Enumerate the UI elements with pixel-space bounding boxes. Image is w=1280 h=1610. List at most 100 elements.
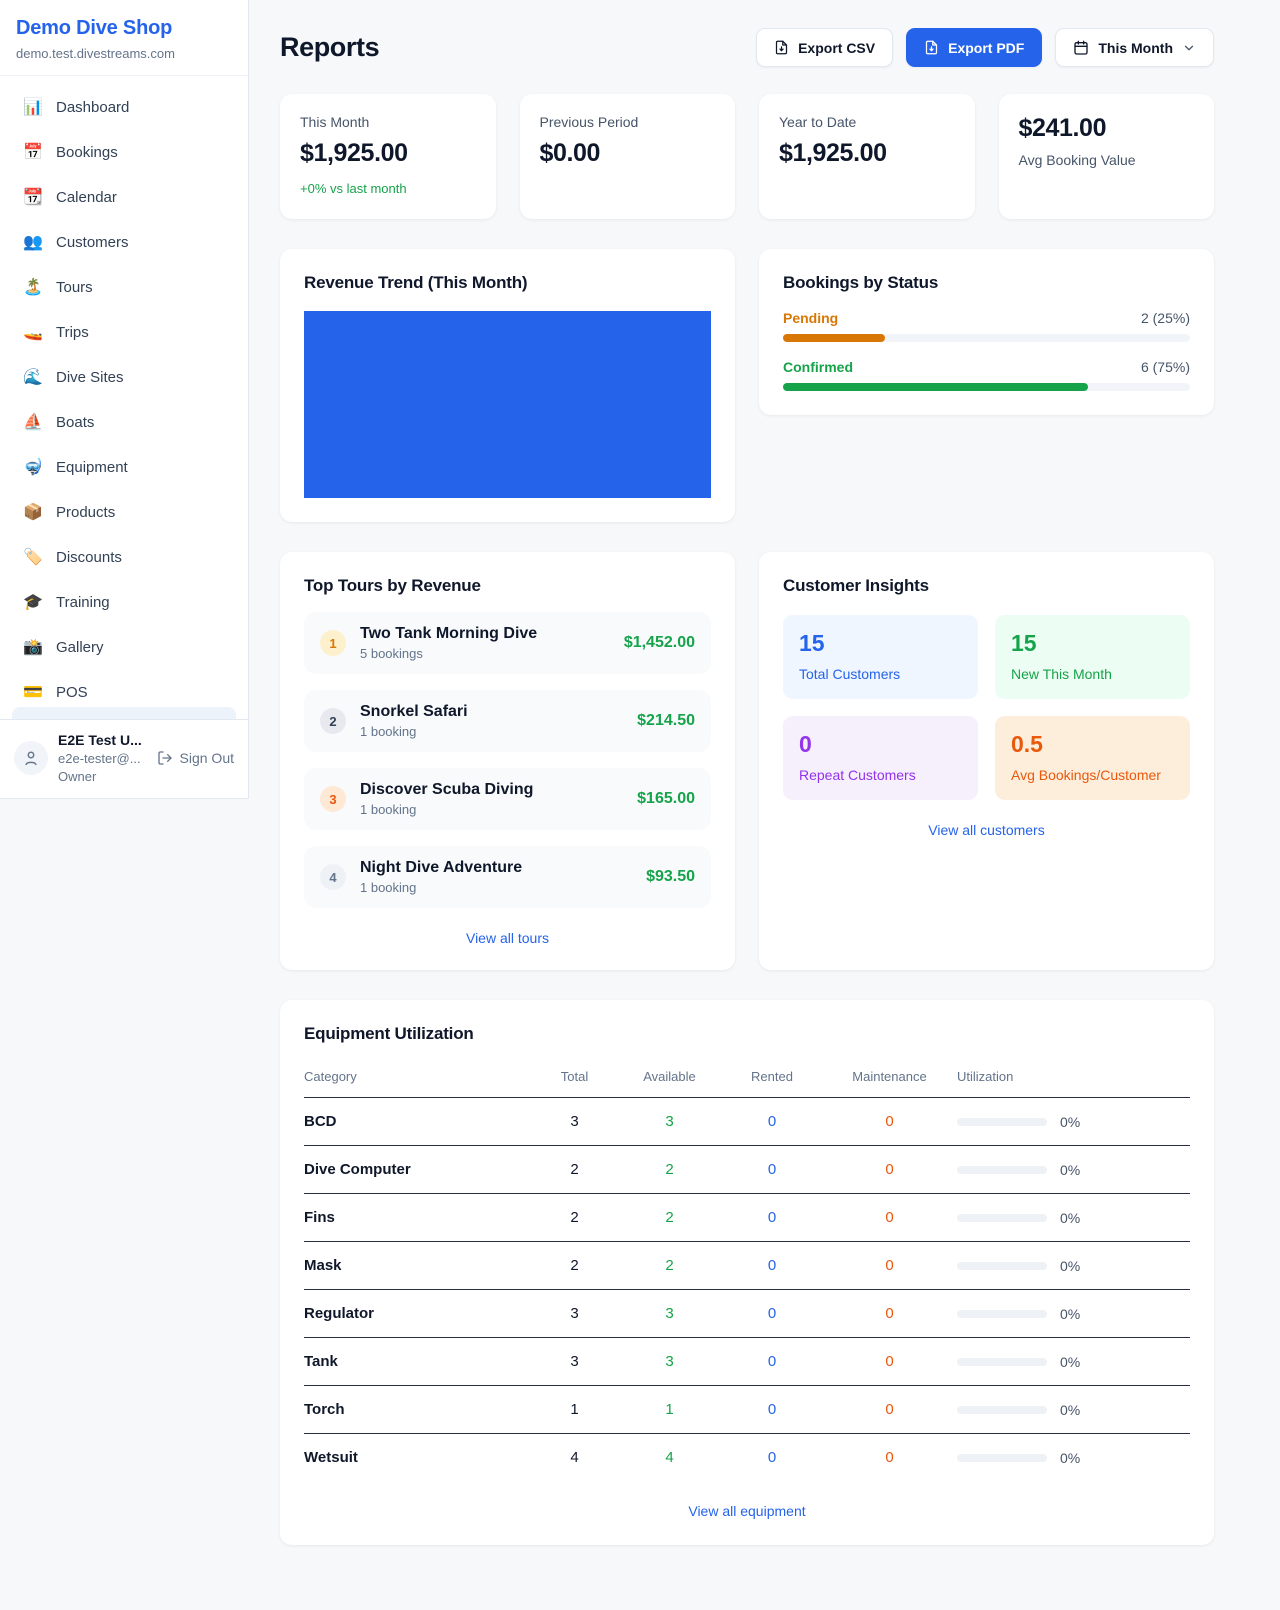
sidebar-nav-item[interactable]: 📦 Products — [10, 493, 238, 531]
sidebar-nav-label: Dive Sites — [56, 369, 124, 386]
status-progress-track — [783, 383, 1190, 391]
equipment-utilization-card: Equipment Utilization Category Total Ava… — [280, 1000, 1214, 1545]
equipment-total: 3 — [532, 1338, 617, 1386]
bar-chart-icon: 📊 — [22, 97, 44, 117]
stat-value: $0.00 — [540, 139, 716, 168]
equipment-rented: 0 — [722, 1290, 822, 1338]
file-download-icon — [774, 40, 789, 55]
sidebar-nav-item[interactable]: 👥 Customers — [10, 223, 238, 261]
col-rented: Rented — [722, 1059, 822, 1098]
rank-badge: 2 — [320, 708, 346, 734]
stat-label: Avg Booking Value — [1019, 152, 1195, 168]
sign-out-button[interactable]: Sign Out — [157, 750, 234, 766]
user-name: E2E Test U... — [58, 732, 147, 748]
sidebar-nav-item[interactable]: 🚤 Trips — [10, 313, 238, 351]
view-all-tours-link[interactable]: View all tours — [304, 930, 711, 946]
speedboat-icon: 🚤 — [22, 322, 44, 342]
period-label: This Month — [1098, 40, 1173, 56]
export-csv-button[interactable]: Export CSV — [756, 28, 893, 67]
equipment-category: Torch — [304, 1386, 532, 1434]
equipment-table-row: Torch 1 1 0 0 0% — [304, 1386, 1190, 1434]
utilization-bar — [957, 1310, 1047, 1318]
status-list: Pending 2 (25%) Confirmed 6 (75%) — [783, 310, 1190, 391]
stat-card-this-month: This Month $1,925.00 +0% vs last month — [280, 94, 496, 219]
sidebar-nav-item[interactable]: 📸 Gallery — [10, 628, 238, 666]
equipment-available: 1 — [617, 1386, 722, 1434]
equipment-category: Tank — [304, 1338, 532, 1386]
equipment-maintenance: 0 — [822, 1242, 957, 1290]
equipment-maintenance: 0 — [822, 1146, 957, 1194]
stat-label: This Month — [300, 114, 476, 130]
utilization-bar — [957, 1358, 1047, 1366]
insight-value: 0.5 — [1011, 731, 1174, 758]
user-role: Owner — [58, 769, 147, 784]
sidebar-active-item-partial[interactable] — [12, 707, 236, 719]
sidebar-nav-item[interactable]: 🏝️ Tours — [10, 268, 238, 306]
equipment-rented: 0 — [722, 1146, 822, 1194]
stat-value: $1,925.00 — [300, 139, 476, 168]
export-csv-label: Export CSV — [798, 40, 875, 56]
equipment-total: 2 — [532, 1242, 617, 1290]
tour-row: 4 Night Dive Adventure 1 booking $93.50 — [304, 846, 711, 908]
stat-value: $241.00 — [1019, 114, 1195, 143]
equipment-available: 2 — [617, 1242, 722, 1290]
customer-insights-title: Customer Insights — [783, 576, 1190, 596]
sidebar-nav-label: Calendar — [56, 189, 117, 206]
shop-domain: demo.test.divestreams.com — [16, 46, 232, 61]
people-icon: 👥 — [22, 232, 44, 252]
avatar — [14, 741, 48, 775]
utilization-percent: 0% — [1060, 1114, 1080, 1130]
equipment-rented: 0 — [722, 1386, 822, 1434]
sidebar-nav-item[interactable]: ⛵ Boats — [10, 403, 238, 441]
utilization-percent: 0% — [1060, 1354, 1080, 1370]
status-progress-track — [783, 334, 1190, 342]
equipment-total: 3 — [532, 1290, 617, 1338]
equipment-available: 3 — [617, 1338, 722, 1386]
status-label: Confirmed — [783, 359, 853, 375]
header-actions: Export CSV Export PDF This Month — [756, 28, 1214, 67]
export-pdf-label: Export PDF — [948, 40, 1024, 56]
sidebar-nav-item[interactable]: 📆 Calendar — [10, 178, 238, 216]
tour-bookings: 1 booking — [360, 802, 623, 817]
sidebar-nav: 📊 Dashboard 📅 Bookings 📆 Calendar 👥 Cust… — [0, 76, 248, 707]
insight-box: 15 New This Month — [995, 615, 1190, 699]
sidebar-nav-item[interactable]: 🌊 Dive Sites — [10, 358, 238, 396]
insight-value: 0 — [799, 731, 962, 758]
insight-label: Repeat Customers — [799, 767, 962, 783]
sidebar-nav-label: Customers — [56, 234, 129, 251]
utilization-percent: 0% — [1060, 1306, 1080, 1322]
sidebar-nav-item[interactable]: 📊 Dashboard — [10, 88, 238, 126]
utilization-bar — [957, 1406, 1047, 1414]
view-all-equipment-link[interactable]: View all equipment — [304, 1503, 1190, 1519]
equipment-table-row: Wetsuit 4 4 0 0 0% — [304, 1434, 1190, 1482]
equipment-category: BCD — [304, 1098, 532, 1146]
sidebar-nav-item[interactable]: 🏷️ Discounts — [10, 538, 238, 576]
tag-icon: 🏷️ — [22, 547, 44, 567]
insight-value: 15 — [799, 630, 962, 657]
sidebar-nav-item[interactable]: 💳 POS — [10, 673, 238, 707]
sidebar-nav-label: Discounts — [56, 549, 122, 566]
equipment-table-header: Category Total Available Rented Maintena… — [304, 1059, 1190, 1098]
sidebar-nav-item[interactable]: 🤿 Equipment — [10, 448, 238, 486]
equipment-category: Dive Computer — [304, 1146, 532, 1194]
utilization-bar — [957, 1118, 1047, 1126]
utilization-bar — [957, 1454, 1047, 1462]
period-dropdown[interactable]: This Month — [1055, 28, 1214, 67]
export-pdf-button[interactable]: Export PDF — [906, 28, 1042, 67]
equipment-total: 2 — [532, 1146, 617, 1194]
insight-box: 15 Total Customers — [783, 615, 978, 699]
col-category: Category — [304, 1059, 532, 1098]
view-all-customers-link[interactable]: View all customers — [783, 822, 1190, 838]
insight-label: New This Month — [1011, 666, 1174, 682]
sidebar-nav-item[interactable]: 🎓 Training — [10, 583, 238, 621]
insights-grid: 15 Total Customers 15 New This Month 0 R… — [783, 615, 1190, 800]
tour-amount: $165.00 — [637, 790, 695, 808]
sidebar-nav-item[interactable]: 📅 Bookings — [10, 133, 238, 171]
tour-name: Discover Scuba Diving — [360, 781, 623, 799]
page-header: Reports Export CSV Export PDF This Month — [280, 28, 1214, 67]
rank-badge: 4 — [320, 864, 346, 890]
diving-mask-icon: 🤿 — [22, 457, 44, 477]
equipment-table-row: Fins 2 2 0 0 0% — [304, 1194, 1190, 1242]
status-progress-fill — [783, 383, 1088, 391]
sidebar-nav-label: Training — [56, 594, 110, 611]
